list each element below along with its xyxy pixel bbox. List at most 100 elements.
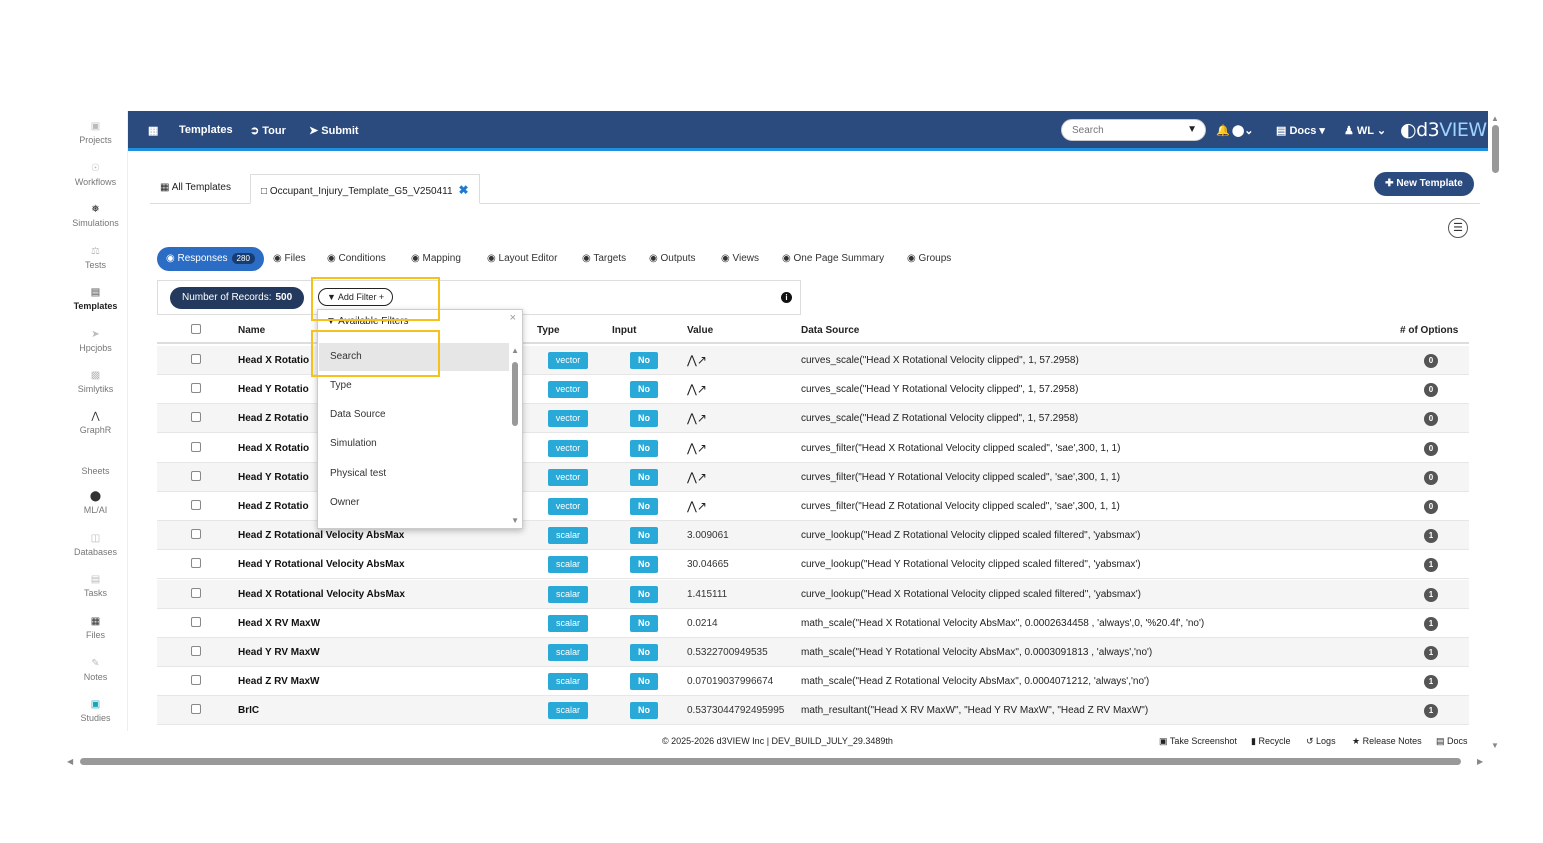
subtab-groups[interactable]: ◉ Groups — [907, 247, 951, 271]
options-count-badge[interactable]: 0 — [1424, 500, 1438, 514]
row-name[interactable]: Head Y Rotatio — [238, 472, 309, 483]
close-icon[interactable]: × — [510, 312, 516, 324]
table-row[interactable]: Head X Rotational Velocity AbsMax scalar N… — [157, 579, 1469, 609]
recycle-link[interactable]: ▮ Recycle — [1251, 736, 1290, 747]
sidebar-item-simlytiks[interactable]: ▩ Simlytiks — [63, 370, 128, 394]
sidebar-item-templates[interactable]: ▤ Templates — [63, 287, 128, 311]
chart-icon[interactable]: ⋀↗ — [687, 411, 707, 425]
global-search[interactable]: ▼ — [1061, 119, 1206, 141]
row-checkbox[interactable] — [191, 704, 201, 715]
scroll-left-icon[interactable]: ◀ — [67, 757, 73, 766]
sidebar-item-databases[interactable]: ◫ Databases — [63, 533, 128, 557]
select-all-checkbox[interactable] — [191, 324, 201, 334]
subtab-one-page-summary[interactable]: ◉ One Page Summary — [782, 247, 884, 271]
subtab-mapping[interactable]: ◉ Mapping — [411, 247, 461, 271]
sidebar-item-studies[interactable]: ▣ Studies — [63, 699, 128, 723]
subtab-conditions[interactable]: ◉ Conditions — [327, 247, 386, 271]
row-checkbox[interactable] — [191, 412, 201, 423]
column-header-options[interactable]: # of Options — [1400, 325, 1458, 336]
column-header-input[interactable]: Input — [612, 325, 636, 336]
options-count-badge[interactable]: 1 — [1424, 558, 1438, 573]
info-icon[interactable]: i — [781, 292, 792, 303]
hamburger-menu-icon[interactable]: ☰ — [1448, 218, 1468, 238]
sidebar-item-hpcjobs[interactable]: ➤ Hpcjobs — [63, 329, 128, 353]
row-name[interactable]: Head Y Rotatio — [238, 384, 309, 395]
options-count-badge[interactable]: 1 — [1424, 704, 1438, 719]
row-checkbox[interactable] — [191, 587, 201, 598]
row-name[interactable]: Head Z RV MaxW — [238, 676, 320, 687]
table-row[interactable]: Head X RV MaxW scalar No 0.0214 math_scale("… — [157, 609, 1469, 638]
close-icon[interactable]: ✖ — [459, 183, 469, 197]
filter-option-owner[interactable]: Owner — [319, 489, 509, 517]
table-row[interactable]: Head Y RV MaxW scalar No 0.5322700949535 mat… — [157, 638, 1469, 667]
chart-icon[interactable]: ⋀↗ — [687, 441, 707, 455]
search-input[interactable] — [1072, 125, 1182, 136]
sidebar-item-tasks[interactable]: ▤ Tasks — [63, 574, 128, 598]
subtab-files[interactable]: ◉ Files — [273, 247, 306, 271]
tab-open-template[interactable]: □ Occupant_Injury_Template_G5_V250411 ✖ — [250, 174, 480, 204]
nav-tour[interactable]: ➲ Tour — [250, 124, 286, 137]
logs-link[interactable]: ↺ Logs — [1306, 736, 1336, 747]
scroll-up-icon[interactable]: ▲ — [1491, 114, 1499, 123]
subtab-responses[interactable]: ◉ Responses 280 — [157, 247, 264, 271]
row-name[interactable]: Head X Rotatio — [238, 443, 309, 454]
row-name[interactable]: Head X RV MaxW — [238, 618, 320, 629]
row-name[interactable]: Head X Rotational Velocity AbsMax — [238, 589, 405, 600]
options-count-badge[interactable]: 0 — [1424, 383, 1438, 398]
options-count-badge[interactable]: 0 — [1424, 412, 1438, 427]
new-template-button[interactable]: ✚ New Template — [1374, 172, 1474, 196]
subtab-outputs[interactable]: ◉ Outputs — [649, 247, 696, 271]
horizontal-scrollbar[interactable] — [80, 758, 1461, 765]
subtab-views[interactable]: ◉ Views — [721, 247, 759, 271]
sidebar-item-tests[interactable]: ⚖ Tests — [63, 246, 128, 270]
table-row[interactable]: BrIC scalar No 0.5373044792495995 math_resul… — [157, 696, 1469, 726]
status-toggle[interactable]: ⬤⌄ — [1232, 124, 1254, 137]
scroll-down-icon[interactable]: ▼ — [1491, 741, 1499, 750]
row-checkbox[interactable] — [191, 529, 201, 540]
scroll-up-icon[interactable]: ▲ — [511, 346, 519, 355]
row-checkbox[interactable] — [191, 441, 201, 452]
column-header-name[interactable]: Name — [238, 325, 265, 336]
sidebar-item-graphr[interactable]: ⋀ GraphR — [63, 411, 128, 435]
tab-all-templates[interactable]: ▦ All Templates — [150, 174, 241, 204]
row-checkbox[interactable] — [191, 354, 201, 364]
bell-icon[interactable]: 🔔 — [1216, 124, 1230, 137]
options-count-badge[interactable]: 1 — [1424, 675, 1438, 690]
chart-icon[interactable]: ⋀↗ — [687, 470, 707, 484]
table-row[interactable]: Head Z RV MaxW scalar No 0.07019037996674 ma… — [157, 667, 1469, 697]
docs-link[interactable]: ▤ Docs — [1436, 736, 1468, 747]
subtab-layout-editor[interactable]: ◉ Layout Editor — [487, 247, 557, 271]
chart-icon[interactable]: ⋀↗ — [687, 499, 707, 513]
chevron-down-icon[interactable]: ▼ — [1187, 124, 1197, 135]
options-count-badge[interactable]: 1 — [1424, 616, 1438, 631]
row-checkbox[interactable] — [191, 500, 201, 510]
row-checkbox[interactable] — [191, 558, 201, 569]
row-checkbox[interactable] — [191, 675, 201, 686]
user-menu[interactable]: ♟ WL ⌄ — [1344, 124, 1386, 137]
row-name[interactable]: BrIC — [238, 705, 259, 716]
row-name[interactable]: Head Y RV MaxW — [238, 647, 320, 658]
sidebar-item-files[interactable]: ▦ Files — [63, 616, 128, 640]
options-count-badge[interactable]: 1 — [1424, 587, 1438, 602]
nav-docs[interactable]: ▤ Docs ▾ — [1276, 124, 1325, 137]
sidebar-item-workflows[interactable]: ☉ Workflows — [63, 163, 128, 187]
sidebar-item-simulations[interactable]: ❅ Simulations — [63, 204, 128, 228]
row-checkbox[interactable] — [191, 646, 201, 656]
release-notes-link[interactable]: ★ Release Notes — [1352, 736, 1422, 747]
row-name[interactable]: Head Z Rotatio — [238, 501, 309, 512]
options-count-badge[interactable]: 1 — [1424, 529, 1438, 544]
row-name[interactable]: Head Y Rotational Velocity AbsMax — [238, 559, 405, 570]
chart-icon[interactable]: ⋀↗ — [687, 353, 707, 367]
row-name[interactable]: Head Z Rotatio — [238, 413, 309, 424]
filter-option-simulation[interactable]: Simulation — [319, 430, 509, 458]
chart-icon[interactable]: ⋀↗ — [687, 382, 707, 396]
subtab-targets[interactable]: ◉ Targets — [582, 247, 626, 271]
row-checkbox[interactable] — [191, 470, 201, 481]
sidebar-item-projects[interactable]: ▣ Projects — [63, 121, 128, 145]
vertical-scrollbar[interactable] — [1492, 125, 1499, 173]
options-count-badge[interactable]: 0 — [1424, 441, 1438, 456]
row-checkbox[interactable] — [191, 616, 201, 627]
row-checkbox[interactable] — [191, 383, 201, 394]
scroll-right-icon[interactable]: ▶ — [1477, 757, 1483, 766]
sidebar-item-mlai[interactable]: ⬤ ML/AI — [63, 491, 128, 515]
